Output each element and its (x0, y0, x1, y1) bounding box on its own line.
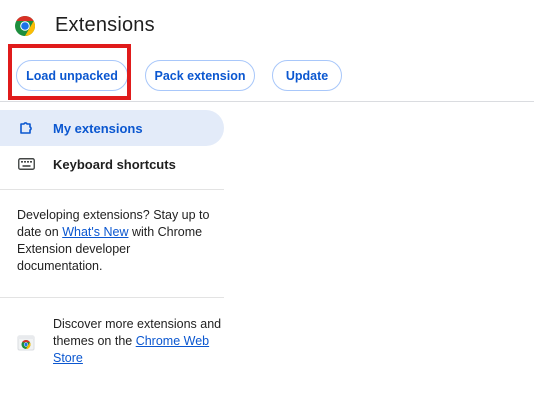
whats-new-link[interactable]: What's New (62, 225, 128, 239)
page-title: Extensions (55, 14, 155, 36)
extension-puzzle-icon (17, 119, 35, 137)
keyboard-icon (17, 155, 35, 173)
chrome-logo-icon (15, 16, 35, 36)
sidebar-item-my-extensions[interactable]: My extensions (0, 110, 224, 146)
web-store-text: Discover more extensions and themes on t… (53, 316, 223, 367)
header-divider (0, 101, 534, 102)
load-unpacked-button[interactable]: Load unpacked (16, 60, 128, 91)
sidebar-item-label: My extensions (53, 120, 143, 136)
chrome-web-store-icon (17, 335, 35, 351)
sidebar-divider (0, 297, 224, 298)
sidebar-item-keyboard-shortcuts[interactable]: Keyboard shortcuts (0, 146, 224, 182)
sidebar-divider (0, 189, 224, 190)
update-button[interactable]: Update (272, 60, 342, 91)
developer-info-text: Developing extensions? Stay up to date o… (17, 207, 217, 275)
sidebar-item-label: Keyboard shortcuts (53, 156, 176, 172)
pack-extension-button[interactable]: Pack extension (145, 60, 255, 91)
